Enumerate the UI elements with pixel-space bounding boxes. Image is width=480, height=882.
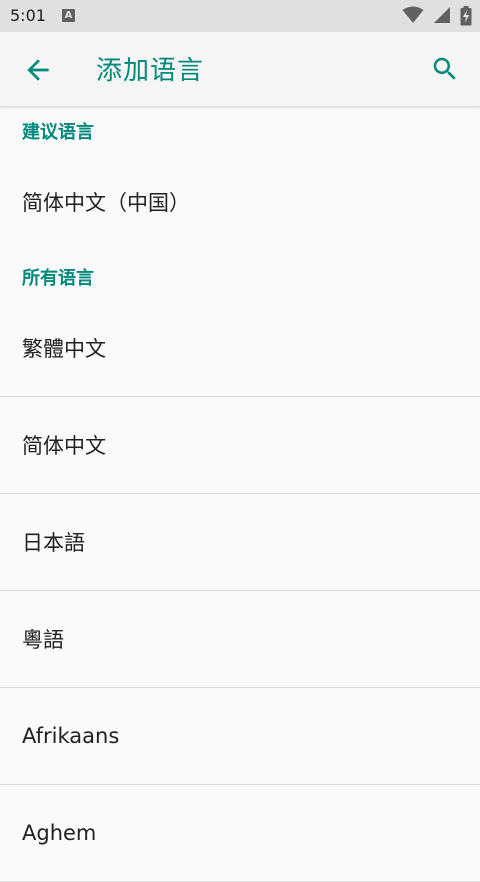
battery-icon <box>460 6 472 26</box>
status-bar: 5:01 A <box>0 0 480 32</box>
page-title: 添加语言 <box>96 56 205 86</box>
arrow-left-icon <box>27 59 49 81</box>
search-button[interactable] <box>430 54 462 86</box>
language-item[interactable]: 繁體中文 <box>0 300 480 397</box>
language-item[interactable]: Afrikaans <box>0 688 480 785</box>
wifi-icon <box>402 6 424 23</box>
section-header-all: 所有语言 <box>22 268 94 289</box>
signal-icon <box>433 7 450 23</box>
status-icons <box>398 6 472 26</box>
language-item-suggested[interactable]: 简体中文（中国） <box>0 154 480 254</box>
language-list: 建议语言 简体中文（中国） 所有语言 繁體中文 简体中文 日本語 粵語 Afri… <box>0 108 480 882</box>
status-time: 5:01 <box>10 6 46 25</box>
back-button[interactable] <box>22 54 54 86</box>
app-bar: 添加语言 <box>0 32 480 107</box>
search-icon <box>433 57 456 80</box>
language-item[interactable]: 简体中文 <box>0 397 480 494</box>
language-item[interactable]: Aghem <box>0 785 480 882</box>
notification-a-icon: A <box>62 9 75 22</box>
language-item[interactable]: 粵語 <box>0 591 480 688</box>
language-item[interactable]: 日本語 <box>0 494 480 591</box>
section-header-suggested: 建议语言 <box>22 122 94 143</box>
